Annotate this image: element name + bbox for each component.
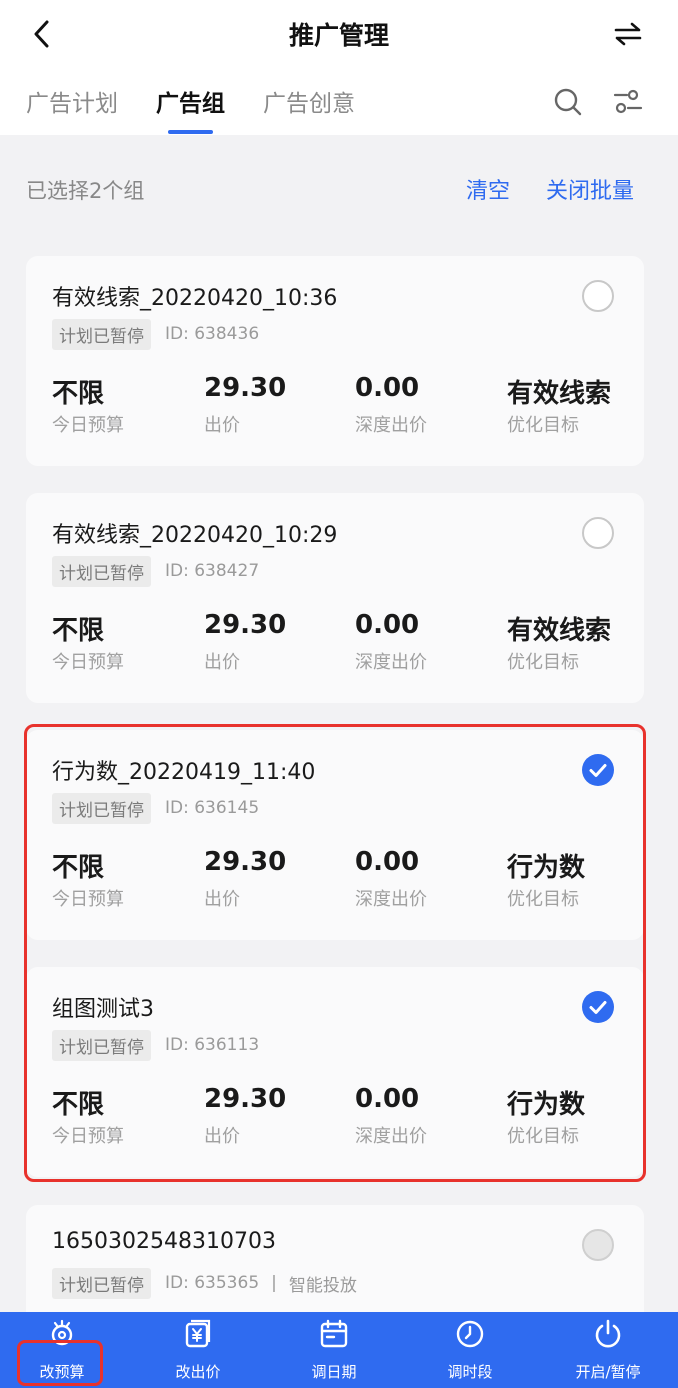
stat-label: 出价 bbox=[204, 415, 240, 436]
card-meta: 计划已暂停 ID: 638436 bbox=[52, 318, 260, 350]
adjust-date-button[interactable]: 调日期 bbox=[279, 1312, 389, 1388]
close-batch-button[interactable]: 关闭批量 bbox=[546, 173, 634, 205]
tab-bar: 广告计划 广告组 广告创意 bbox=[26, 84, 393, 134]
tab-ad-plan[interactable]: 广告计划 bbox=[26, 84, 118, 134]
select-checkbox[interactable] bbox=[582, 280, 614, 312]
card-title: 有效线索_20220420_10:36 bbox=[52, 286, 338, 311]
action-label: 调时段 bbox=[447, 1363, 493, 1381]
action-label: 开启/暂停 bbox=[575, 1363, 641, 1381]
budget-button-highlight-frame bbox=[17, 1340, 103, 1386]
stat-goal: 有效线索 优化目标 bbox=[507, 373, 611, 437]
filter-icon bbox=[613, 89, 643, 114]
card-meta: 计划已暂停 ID: 638427 bbox=[52, 555, 260, 587]
toggle-on-off-button[interactable]: 开启/暂停 bbox=[553, 1312, 663, 1388]
adjust-time-slot-button[interactable]: 调时段 bbox=[415, 1312, 525, 1388]
stat-value: 不限 bbox=[52, 616, 105, 646]
card-title: 有效线索_20220420_10:29 bbox=[52, 523, 338, 548]
stat-bid: 29.30 出价 bbox=[204, 373, 286, 437]
stat-goal: 有效线索 优化目标 bbox=[507, 610, 611, 674]
meta-separator: | bbox=[271, 1273, 277, 1293]
stat-label: 优化目标 bbox=[507, 652, 579, 673]
stat-label: 深度出价 bbox=[355, 415, 427, 436]
clock-icon bbox=[456, 1320, 484, 1348]
swap-button[interactable] bbox=[608, 14, 648, 54]
delivery-type: 智能投放 bbox=[288, 1275, 357, 1296]
card-meta: 计划已暂停 ID: 635365 | 智能投放 bbox=[52, 1267, 357, 1299]
stat-deep-bid: 0.00 深度出价 bbox=[355, 610, 427, 674]
stat-value: 29.30 bbox=[204, 610, 287, 640]
status-badge: 计划已暂停 bbox=[52, 555, 151, 587]
selection-highlight-frame bbox=[24, 724, 646, 1182]
search-icon bbox=[554, 88, 582, 116]
change-bid-button[interactable]: 改出价 bbox=[143, 1312, 253, 1388]
bid-yen-icon bbox=[185, 1319, 211, 1348]
page-title: 推广管理 bbox=[288, 21, 389, 50]
stat-bid: 29.30 出价 bbox=[204, 610, 286, 674]
stat-value: 0.00 bbox=[355, 373, 420, 403]
stat-budget: 不限 今日预算 bbox=[52, 373, 124, 437]
calendar-icon bbox=[320, 1319, 348, 1348]
stat-value: 有效线索 bbox=[507, 379, 612, 409]
card-id: ID: 638427 bbox=[165, 561, 260, 581]
power-icon bbox=[595, 1319, 621, 1348]
stat-budget: 不限 今日预算 bbox=[52, 610, 124, 674]
card-id: ID: 635365 bbox=[165, 1273, 260, 1293]
selection-count: 已选择2个组 bbox=[26, 179, 145, 203]
selection-bar: 已选择2个组 清空 关闭批量 bbox=[0, 135, 678, 235]
action-label: 调日期 bbox=[311, 1363, 357, 1381]
stat-value: 不限 bbox=[52, 379, 105, 409]
status-badge: 计划已暂停 bbox=[52, 318, 151, 350]
stat-label: 今日预算 bbox=[52, 652, 124, 673]
stat-value: 0.00 bbox=[355, 610, 420, 640]
stat-value: 有效线索 bbox=[507, 616, 612, 646]
tab-ad-group[interactable]: 广告组 bbox=[156, 84, 225, 134]
card-id: ID: 638436 bbox=[165, 324, 260, 344]
stat-label: 深度出价 bbox=[355, 652, 427, 673]
card-title: 1650302548310703 bbox=[52, 1229, 276, 1254]
top-header: 推广管理 广告计划 广告组 广告创意 bbox=[0, 0, 678, 135]
status-badge: 计划已暂停 bbox=[52, 1267, 151, 1299]
ad-group-card[interactable]: 有效线索_20220420_10:29 计划已暂停 ID: 638427 不限今… bbox=[26, 493, 644, 703]
action-label: 改出价 bbox=[175, 1363, 221, 1381]
select-checkbox[interactable] bbox=[582, 517, 614, 549]
stat-label: 优化目标 bbox=[507, 415, 579, 436]
filter-button[interactable] bbox=[612, 86, 644, 118]
stat-value: 29.30 bbox=[204, 373, 287, 403]
tab-ad-creative[interactable]: 广告创意 bbox=[263, 84, 355, 134]
search-button[interactable] bbox=[552, 86, 584, 118]
clear-selection-button[interactable]: 清空 bbox=[466, 173, 510, 205]
stat-label: 今日预算 bbox=[52, 415, 124, 436]
ad-group-card[interactable]: 有效线索_20220420_10:36 计划已暂停 ID: 638436 不限今… bbox=[26, 256, 644, 466]
stat-label: 出价 bbox=[204, 652, 240, 673]
stat-deep-bid: 0.00 深度出价 bbox=[355, 373, 427, 437]
swap-arrows-icon bbox=[614, 22, 642, 46]
select-checkbox[interactable] bbox=[582, 1229, 614, 1261]
